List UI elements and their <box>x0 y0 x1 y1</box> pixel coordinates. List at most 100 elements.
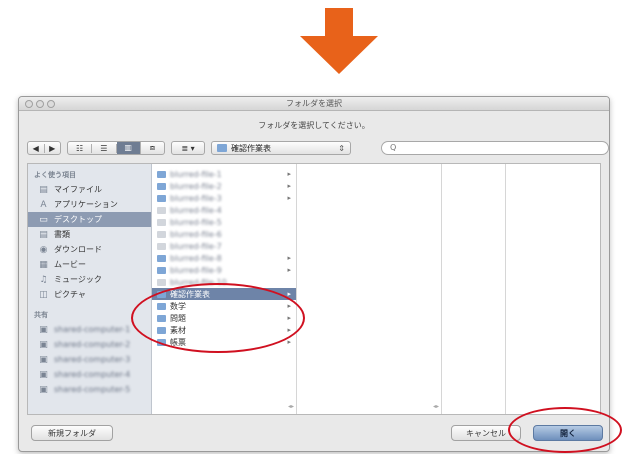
list-item[interactable]: blurred-file-9 ▸ <box>152 264 296 276</box>
chevron-right-icon: ▸ <box>287 326 291 334</box>
chevron-right-icon: ▸ <box>287 302 291 310</box>
computer-icon: ▣ <box>39 339 48 350</box>
folder-icon <box>157 170 166 178</box>
icon-view-button[interactable]: ☷ <box>68 143 93 153</box>
list-item[interactable]: blurred-file-10 <box>152 276 296 288</box>
list-view-button[interactable]: ☰ <box>92 143 117 153</box>
folder-icon <box>157 302 166 310</box>
forward-button[interactable]: ▶ <box>45 144 61 153</box>
cancel-button[interactable]: キャンセル <box>451 425 521 441</box>
list-item[interactable]: blurred-file-2 ▸ <box>152 180 296 192</box>
list-item[interactable]: blurred-file-4 <box>152 204 296 216</box>
computer-icon: ▣ <box>39 384 48 395</box>
browser-area: よく使う項目 ▤ マイファイル A アプリケーション ▭ デスクトップ ▤ 書類 ◉ ダウ… <box>27 163 601 415</box>
list-item-selected[interactable]: 確認作業表 ▸ <box>152 288 296 300</box>
coverflow-view-button[interactable]: ⧈ <box>141 143 164 153</box>
sidebar-item-shared[interactable]: ▣ shared-computer-1 <box>28 322 151 337</box>
pictures-icon: ◫ <box>39 289 48 300</box>
file-icon <box>157 278 166 286</box>
title-bar: フォルダを選択 <box>19 97 609 111</box>
sidebar-item-downloads[interactable]: ◉ ダウンロード <box>28 242 151 257</box>
back-button[interactable]: ◀ <box>28 143 45 153</box>
sidebar-item-shared[interactable]: ▣ shared-computer-4 <box>28 367 151 382</box>
list-item[interactable]: 数学 ▸ <box>152 300 296 312</box>
sidebar-item-label: shared-computer-3 <box>54 355 131 364</box>
document-icon: ▤ <box>39 184 48 195</box>
list-item[interactable]: blurred-file-8 ▸ <box>152 252 296 264</box>
down-arrow-icon <box>300 8 378 74</box>
desktop-icon: ▭ <box>39 214 48 225</box>
toolbar: ◀ ▶ ☷ ☰ ▥ ⧈ ≣ ▾ 確認作業表 ⇕ Q <box>27 141 609 157</box>
scroll-arrow-icon[interactable]: ◂▸ <box>288 403 294 411</box>
sidebar-item-label: ピクチャ <box>54 290 86 299</box>
list-item[interactable]: 素材 ▸ <box>152 324 296 336</box>
sidebar-item-label: デスクトップ <box>54 215 102 224</box>
sidebar-item-movies[interactable]: ▦ ムービー <box>28 257 151 272</box>
sidebar-item-desktop[interactable]: ▭ デスクトップ <box>28 212 151 227</box>
sidebar-item-shared[interactable]: ▣ shared-computer-5 <box>28 382 151 397</box>
list-item[interactable]: blurred-file-6 <box>152 228 296 240</box>
column-2: ◂▸ <box>297 164 442 414</box>
sidebar-item-label: shared-computer-4 <box>54 370 131 379</box>
list-item[interactable]: blurred-file-1 ▸ <box>152 168 296 180</box>
folder-icon <box>157 254 166 262</box>
sidebar-item-label: ムービー <box>54 260 86 269</box>
back-forward-control: ◀ ▶ <box>27 141 61 155</box>
folder-icon <box>157 338 166 346</box>
sidebar-item-label: ダウンロード <box>54 245 102 254</box>
list-item[interactable]: blurred-file-3 ▸ <box>152 192 296 204</box>
chevron-right-icon: ▸ <box>287 194 291 202</box>
file-icon <box>157 218 166 226</box>
documents-icon: ▤ <box>39 229 48 240</box>
window-title: フォルダを選択 <box>286 99 342 108</box>
dialog-prompt: フォルダを選択してください。 <box>258 121 370 130</box>
sidebar-item-pictures[interactable]: ◫ ピクチャ <box>28 287 151 302</box>
file-icon <box>157 230 166 238</box>
list-item[interactable]: 帳票 ▸ <box>152 336 296 348</box>
sidebar-item-label: マイファイル <box>54 185 102 194</box>
folder-icon <box>217 144 227 152</box>
chevron-right-icon: ▸ <box>287 170 291 178</box>
folder-icon <box>157 314 166 322</box>
location-label: 確認作業表 <box>231 143 271 153</box>
sidebar-item-label: shared-computer-5 <box>54 385 131 394</box>
computer-icon: ▣ <box>39 369 48 380</box>
computer-icon: ▣ <box>39 324 48 335</box>
column-4 <box>506 164 600 414</box>
sidebar-item-my-files[interactable]: ▤ マイファイル <box>28 182 151 197</box>
chevron-right-icon: ▸ <box>287 182 291 190</box>
sidebar-item-documents[interactable]: ▤ 書類 <box>28 227 151 242</box>
location-popup[interactable]: 確認作業表 ⇕ <box>211 141 351 155</box>
column-3 <box>442 164 506 414</box>
sidebar-item-label: アプリケーション <box>54 200 118 209</box>
chevron-right-icon: ▸ <box>287 290 291 298</box>
list-item[interactable]: blurred-file-5 <box>152 216 296 228</box>
arrange-button[interactable]: ≣ ▾ <box>171 141 205 155</box>
music-icon: ♫ <box>39 274 48 285</box>
favorites-header: よく使う項目 <box>34 171 76 179</box>
list-item[interactable]: blurred-file-7 <box>152 240 296 252</box>
new-folder-button[interactable]: 新規フォルダ <box>31 425 113 441</box>
sidebar-item-label: shared-computer-1 <box>54 325 131 334</box>
view-mode-control: ☷ ☰ ▥ ⧈ <box>67 141 165 155</box>
bottom-bar: 新規フォルダ キャンセル 開く <box>27 425 603 443</box>
sidebar-item-shared[interactable]: ▣ shared-computer-2 <box>28 337 151 352</box>
chevron-right-icon: ▸ <box>287 266 291 274</box>
applications-icon: A <box>40 199 47 210</box>
folder-icon <box>157 194 166 202</box>
folder-icon <box>157 326 166 334</box>
folder-icon <box>157 182 166 190</box>
open-button[interactable]: 開く <box>533 425 603 441</box>
column-view-button[interactable]: ▥ <box>116 142 141 154</box>
sidebar-item-applications[interactable]: A アプリケーション <box>28 197 151 212</box>
list-item[interactable]: 問題 ▸ <box>152 312 296 324</box>
shared-header: 共有 <box>34 311 48 319</box>
chevron-right-icon: ▸ <box>287 254 291 262</box>
chevron-right-icon: ▸ <box>287 314 291 322</box>
sidebar-item-label: ミュージック <box>54 275 102 284</box>
sidebar-item-music[interactable]: ♫ ミュージック <box>28 272 151 287</box>
sidebar-item-shared[interactable]: ▣ shared-computer-3 <box>28 352 151 367</box>
scroll-arrow-icon[interactable]: ◂▸ <box>433 403 439 411</box>
folder-icon <box>157 266 166 274</box>
search-input[interactable]: Q <box>381 141 609 155</box>
